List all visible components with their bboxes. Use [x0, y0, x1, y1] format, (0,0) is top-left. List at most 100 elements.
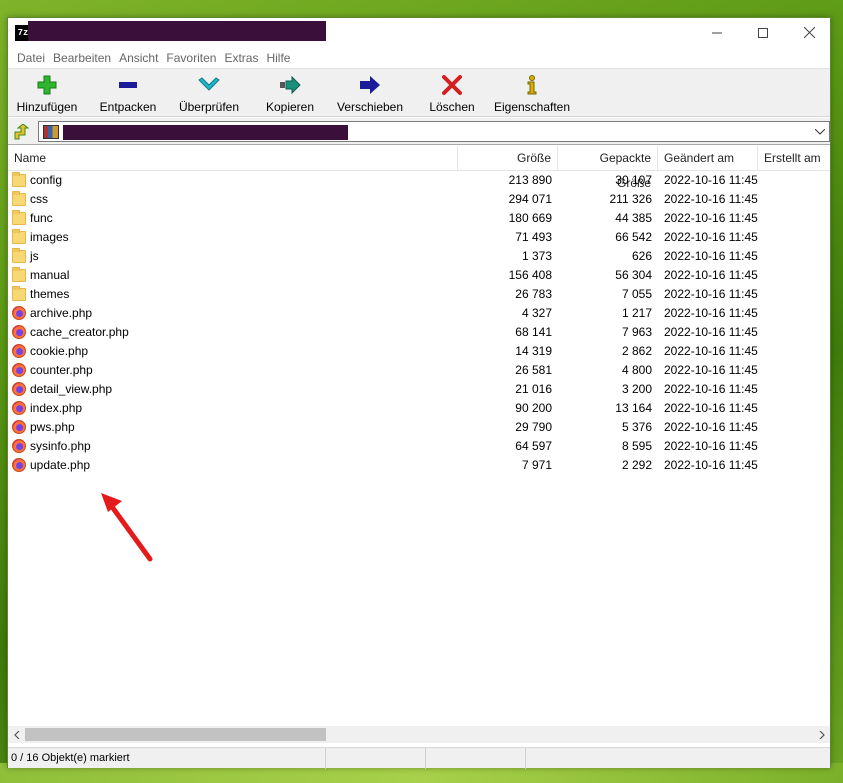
file-packed-size: 44 385: [615, 211, 652, 225]
list-item[interactable]: counter.php 26 581 4 800 2022-10-16 11:45: [8, 361, 830, 380]
list-item[interactable]: sysinfo.php 64 597 8 595 2022-10-16 11:45: [8, 437, 830, 456]
file-modified: 2022-10-16 11:45: [664, 458, 758, 472]
extract-button[interactable]: Entpacken: [97, 69, 159, 118]
close-button[interactable]: [786, 18, 832, 47]
file-size: 64 597: [515, 439, 552, 453]
file-packed-size: 4 800: [621, 363, 652, 377]
file-name: update.php: [30, 458, 91, 472]
list-item[interactable]: index.php 90 200 13 164 2022-10-16 11:45: [8, 399, 830, 418]
folder-icon: [12, 286, 26, 301]
scroll-left-icon[interactable]: [8, 726, 25, 743]
minimize-button[interactable]: [694, 18, 740, 47]
chevron-down-icon[interactable]: [813, 124, 827, 139]
file-modified: 2022-10-16 11:45: [664, 249, 758, 263]
php-file-icon: [12, 401, 26, 415]
properties-label: Eigenschaften: [493, 100, 571, 114]
up-folder-button[interactable]: [10, 121, 32, 143]
scroll-right-icon[interactable]: [813, 726, 830, 743]
list-item[interactable]: manual 156 408 56 304 2022-10-16 11:45: [8, 266, 830, 285]
file-size: 14 319: [515, 344, 552, 358]
delete-x-icon: [440, 73, 464, 97]
file-modified: 2022-10-16 11:45: [664, 287, 758, 301]
menu-ansicht[interactable]: Ansicht: [115, 51, 162, 65]
file-name: js: [30, 249, 39, 263]
file-list[interactable]: Name Größe Gepackte Größe Geändert am Er…: [8, 146, 830, 726]
list-item[interactable]: js 1 373 626 2022-10-16 11:45: [8, 247, 830, 266]
file-packed-size: 7 963: [621, 325, 652, 339]
status-bar: 0 / 16 Objekt(e) markiert: [8, 747, 830, 769]
delete-button[interactable]: Löschen: [421, 69, 483, 118]
file-name: themes: [30, 287, 70, 301]
move-button[interactable]: Verschieben: [337, 69, 403, 118]
title-bar: 7z: [8, 18, 830, 47]
folder-icon: [12, 248, 26, 263]
file-name: cookie.php: [30, 344, 89, 358]
menu-datei[interactable]: Datei: [13, 51, 49, 65]
list-item[interactable]: archive.php 4 327 1 217 2022-10-16 11:45: [8, 304, 830, 323]
column-header-size[interactable]: Größe: [458, 146, 558, 171]
address-bar: [8, 118, 830, 145]
file-packed-size: 2 292: [621, 458, 652, 472]
file-size: 71 493: [515, 230, 552, 244]
file-modified: 2022-10-16 11:45: [664, 363, 758, 377]
test-button[interactable]: Überprüfen: [178, 69, 240, 118]
file-packed-size: 626: [631, 249, 652, 263]
file-size: 21 016: [515, 382, 552, 396]
column-header-packed-size[interactable]: Gepackte Größe: [558, 146, 658, 190]
list-item[interactable]: func 180 669 44 385 2022-10-16 11:45: [8, 209, 830, 228]
list-item[interactable]: update.php 7 971 2 292 2022-10-16 11:45: [8, 456, 830, 475]
list-item[interactable]: css 294 071 211 326 2022-10-16 11:45: [8, 190, 830, 209]
add-button[interactable]: Hinzufügen: [16, 69, 78, 118]
list-item[interactable]: config 213 890 30 107 2022-10-16 11:45: [8, 171, 830, 190]
selection-status: 0 / 16 Objekt(e) markiert: [8, 748, 326, 769]
file-size: 4 327: [521, 306, 552, 320]
list-item[interactable]: pws.php 29 790 5 376 2022-10-16 11:45: [8, 418, 830, 437]
php-file-icon: [12, 344, 26, 358]
redacted-title: [28, 21, 326, 41]
column-header-modified[interactable]: Geändert am: [658, 146, 758, 171]
file-modified: 2022-10-16 11:45: [664, 439, 758, 453]
list-item[interactable]: detail_view.php 21 016 3 200 2022-10-16 11:…: [8, 380, 830, 399]
folder-icon: [12, 267, 26, 282]
properties-button[interactable]: Eigenschaften: [494, 69, 570, 118]
test-label: Überprüfen: [178, 100, 240, 114]
check-icon: [197, 73, 221, 97]
list-item[interactable]: cache_creator.php 68 141 7 963 2022-10-16 1…: [8, 323, 830, 342]
list-item[interactable]: themes 26 783 7 055 2022-10-16 11:45: [8, 285, 830, 304]
close-icon: [803, 27, 815, 38]
minimize-icon: [712, 32, 722, 33]
file-name: manual: [30, 268, 70, 282]
scrollbar-thumb[interactable]: [25, 728, 326, 741]
file-modified: 2022-10-16 11:45: [664, 192, 758, 206]
file-name: cache_creator.php: [30, 325, 129, 339]
path-input[interactable]: [38, 121, 830, 142]
move-arrow-icon: [358, 73, 382, 97]
menu-favoriten[interactable]: Favoriten: [162, 51, 220, 65]
file-name: pws.php: [30, 420, 75, 434]
menu-bearbeiten[interactable]: Bearbeiten: [49, 51, 115, 65]
folder-icon: [12, 191, 26, 206]
file-modified: 2022-10-16 11:45: [664, 230, 758, 244]
minus-icon: [116, 73, 140, 97]
horizontal-scrollbar[interactable]: [8, 726, 830, 743]
file-packed-size: 7 055: [621, 287, 652, 301]
column-header-name[interactable]: Name: [8, 146, 458, 171]
list-item[interactable]: cookie.php 14 319 2 862 2022-10-16 11:45: [8, 342, 830, 361]
list-item[interactable]: images 71 493 66 542 2022-10-16 11:45: [8, 228, 830, 247]
maximize-button[interactable]: [740, 18, 786, 47]
info-icon: [520, 73, 544, 97]
php-file-icon: [12, 306, 26, 320]
file-size: 26 581: [515, 363, 552, 377]
file-size: 1 373: [521, 249, 552, 263]
column-header-created[interactable]: Erstellt am: [758, 146, 830, 171]
php-file-icon: [12, 363, 26, 377]
copy-button[interactable]: Kopieren: [259, 69, 321, 118]
menu-extras[interactable]: Extras: [220, 51, 262, 65]
file-name: images: [30, 230, 69, 244]
file-modified: 2022-10-16 11:45: [664, 325, 758, 339]
file-size: 7 971: [521, 458, 552, 472]
folder-icon: [12, 229, 26, 244]
redacted-path: [63, 125, 348, 140]
copy-label: Kopieren: [265, 100, 315, 114]
menu-hilfe[interactable]: Hilfe: [262, 51, 294, 65]
